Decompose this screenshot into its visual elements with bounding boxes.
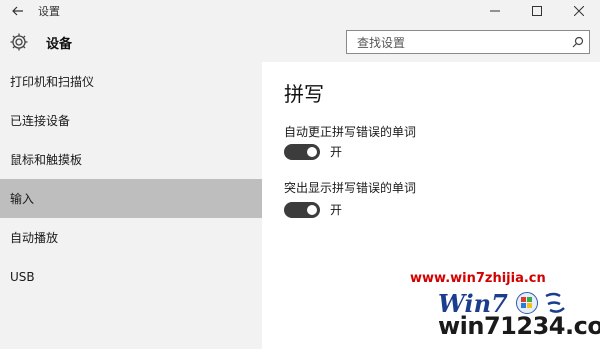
toggle-state-text: 开 xyxy=(330,203,343,217)
close-button[interactable] xyxy=(558,0,600,22)
section-title: 拼写 xyxy=(284,82,324,106)
back-button[interactable] xyxy=(0,0,36,22)
highlight-label: 突出显示拼写错误的单词 xyxy=(284,181,417,195)
maximize-icon xyxy=(532,6,542,16)
toggle-knob xyxy=(307,204,317,215)
sidebar: 打印机和扫描仪 已连接设备 鼠标和触摸板 输入 自动播放 USB xyxy=(0,62,262,349)
watermark-site: win71234.com xyxy=(438,312,600,340)
window-title: 设置 xyxy=(38,5,60,18)
highlight-toggle[interactable] xyxy=(284,201,320,218)
search-input[interactable]: 查找设置 xyxy=(346,30,590,54)
watermark-url: www.win7zhijia.cn xyxy=(410,271,546,286)
sidebar-item-label: 鼠标和触摸板 xyxy=(10,153,83,167)
autocorrect-toggle-row: 开 xyxy=(284,143,342,160)
sidebar-item-label: 输入 xyxy=(10,192,35,206)
toggle-knob xyxy=(307,146,317,157)
gear-icon xyxy=(8,31,30,53)
sidebar-item-label: 自动播放 xyxy=(10,231,59,245)
search-icon[interactable] xyxy=(567,31,589,53)
title-bar: 设置 xyxy=(0,0,600,22)
minimize-icon xyxy=(490,10,500,12)
close-icon xyxy=(574,6,584,16)
autocorrect-toggle[interactable] xyxy=(284,143,320,160)
toggle-state-text: 开 xyxy=(330,145,343,159)
back-arrow-icon xyxy=(12,6,23,16)
sidebar-item-label: 打印机和扫描仪 xyxy=(10,75,95,89)
search-placeholder: 查找设置 xyxy=(357,35,406,50)
page-title: 设备 xyxy=(46,36,73,52)
sidebar-item-mouse-touchpad[interactable]: 鼠标和触摸板 xyxy=(0,140,262,179)
sidebar-item-label: USB xyxy=(10,269,35,284)
minimize-button[interactable] xyxy=(474,0,516,22)
sidebar-item-typing[interactable]: 输入 xyxy=(0,179,262,218)
maximize-button[interactable] xyxy=(516,0,558,22)
highlight-toggle-row: 开 xyxy=(284,201,342,218)
sidebar-item-label: 已连接设备 xyxy=(10,114,71,128)
page-header: 设备 查找设置 xyxy=(0,22,600,62)
autocorrect-label: 自动更正拼写错误的单词 xyxy=(284,125,417,139)
sidebar-item-autoplay[interactable]: 自动播放 xyxy=(0,218,262,257)
window-controls xyxy=(474,0,600,22)
sidebar-item-connected-devices[interactable]: 已连接设备 xyxy=(0,101,262,140)
sidebar-item-usb[interactable]: USB xyxy=(0,257,262,296)
sidebar-item-printers[interactable]: 打印机和扫描仪 xyxy=(0,62,262,101)
